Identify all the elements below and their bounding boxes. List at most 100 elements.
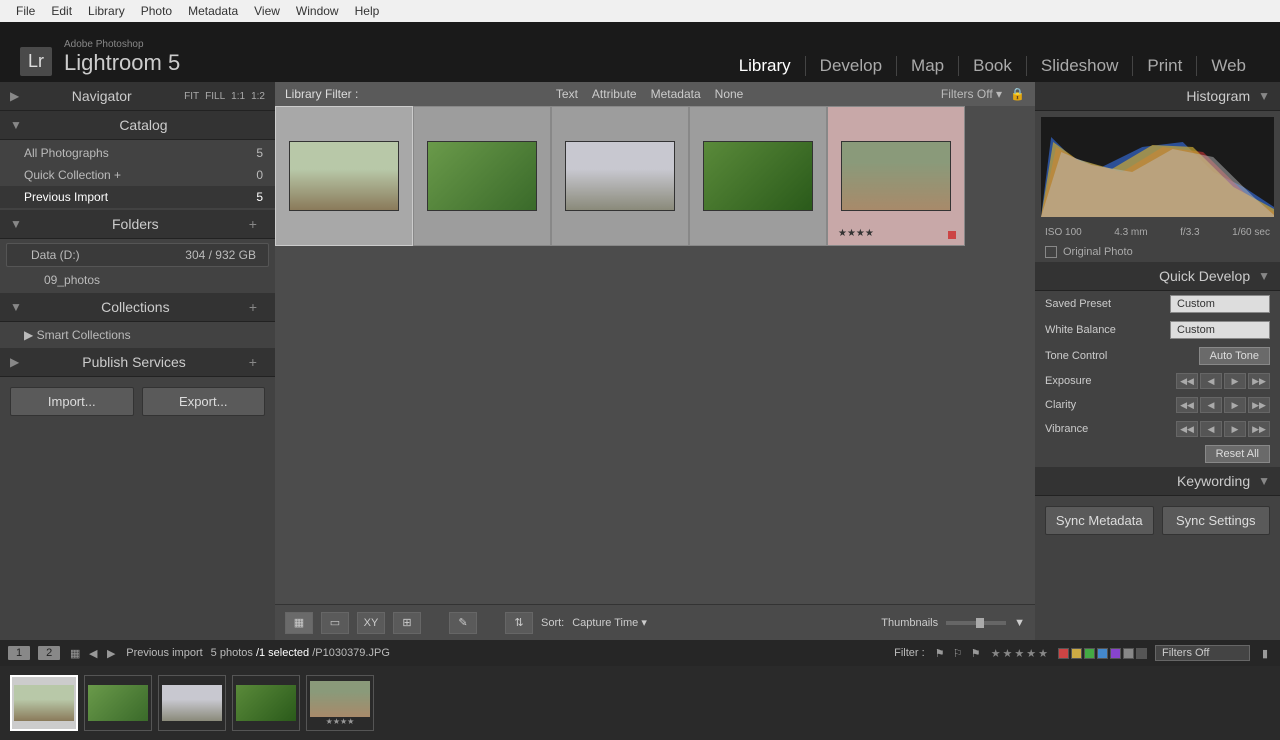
- original-photo-checkbox[interactable]: [1045, 246, 1057, 258]
- folder-row[interactable]: 09_photos: [0, 269, 275, 291]
- filmstrip-thumb[interactable]: [10, 675, 78, 731]
- add-folder-icon[interactable]: +: [249, 216, 265, 232]
- thumbnail-size-slider[interactable]: [946, 621, 1006, 625]
- sort-direction-icon[interactable]: ⇅: [505, 612, 533, 634]
- step-big-down[interactable]: ◀◀: [1176, 421, 1198, 437]
- zoom-fit[interactable]: FIT: [184, 91, 199, 102]
- quickdev-header[interactable]: Quick Develop ▼: [1035, 262, 1280, 291]
- sync-metadata-button[interactable]: Sync Metadata: [1045, 506, 1154, 535]
- survey-view-icon[interactable]: ⊞: [393, 612, 421, 634]
- step-down[interactable]: ◀: [1200, 373, 1222, 389]
- step-up[interactable]: ▶: [1224, 397, 1246, 413]
- loupe-view-icon[interactable]: ▭: [321, 612, 349, 634]
- filters-off-select[interactable]: Filters Off: [1155, 645, 1250, 661]
- histogram-header[interactable]: Histogram ▼: [1035, 82, 1280, 111]
- step-big-up[interactable]: ▶▶: [1248, 373, 1270, 389]
- module-web[interactable]: Web: [1197, 56, 1260, 76]
- filmstrip-thumb[interactable]: [84, 675, 152, 731]
- prev-icon[interactable]: ◀: [86, 646, 100, 660]
- catalog-item[interactable]: Previous Import5: [0, 186, 275, 208]
- saved-preset-select[interactable]: Custom: [1170, 295, 1270, 313]
- filter-tab-none[interactable]: None: [715, 87, 744, 101]
- step-up[interactable]: ▶: [1224, 373, 1246, 389]
- chevron-down-icon[interactable]: ▼: [1014, 617, 1025, 629]
- color-chip[interactable]: [1058, 648, 1069, 659]
- menu-help[interactable]: Help: [347, 4, 388, 18]
- grid-view-icon[interactable]: ▦: [285, 612, 313, 634]
- grid-icon[interactable]: ▦: [68, 646, 82, 660]
- color-chip[interactable]: [1110, 648, 1121, 659]
- star-filter[interactable]: ★★★★★: [991, 647, 1050, 660]
- next-icon[interactable]: ▶: [104, 646, 118, 660]
- step-up[interactable]: ▶: [1224, 421, 1246, 437]
- folders-header[interactable]: ▼ Folders +: [0, 210, 275, 239]
- module-print[interactable]: Print: [1133, 56, 1197, 76]
- step-big-up[interactable]: ▶▶: [1248, 397, 1270, 413]
- module-slideshow[interactable]: Slideshow: [1027, 56, 1134, 76]
- filmstrip-thumb[interactable]: [158, 675, 226, 731]
- lock-icon[interactable]: 🔒: [1010, 87, 1025, 101]
- keywording-header[interactable]: Keywording ▼: [1035, 467, 1280, 496]
- catalog-item[interactable]: Quick Collection +0: [0, 164, 275, 186]
- menu-view[interactable]: View: [246, 4, 288, 18]
- collection-row[interactable]: ▶ Smart Collections: [0, 324, 275, 346]
- navigator-header[interactable]: ▶ Navigator FITFILL1:11:2: [0, 82, 275, 111]
- catalog-header[interactable]: ▼ Catalog: [0, 111, 275, 140]
- menu-window[interactable]: Window: [288, 4, 347, 18]
- step-big-down[interactable]: ◀◀: [1176, 397, 1198, 413]
- flag-rejected-icon[interactable]: ⚑: [969, 646, 983, 660]
- menu-metadata[interactable]: Metadata: [180, 4, 246, 18]
- color-chip[interactable]: [1097, 648, 1108, 659]
- thumbnail-cell[interactable]: [551, 106, 689, 246]
- module-library[interactable]: Library: [725, 56, 806, 76]
- filters-off-dropdown[interactable]: Filters Off ▾: [941, 87, 1002, 101]
- color-chip[interactable]: [1123, 648, 1134, 659]
- menu-edit[interactable]: Edit: [43, 4, 80, 18]
- filter-tab-attribute[interactable]: Attribute: [592, 87, 637, 101]
- catalog-item[interactable]: All Photographs5: [0, 142, 275, 164]
- filter-tab-metadata[interactable]: Metadata: [651, 87, 701, 101]
- panel-toggle-icon[interactable]: ▮: [1258, 646, 1272, 660]
- import-button[interactable]: Import...: [10, 387, 134, 416]
- thumbnail-cell[interactable]: ★★★★: [827, 106, 965, 246]
- flag-picked-icon[interactable]: ⚑: [933, 646, 947, 660]
- color-chip[interactable]: [1071, 648, 1082, 659]
- module-develop[interactable]: Develop: [806, 56, 897, 76]
- zoom-1:1[interactable]: 1:1: [231, 91, 245, 102]
- module-book[interactable]: Book: [959, 56, 1027, 76]
- painter-icon[interactable]: ✎: [449, 612, 477, 634]
- step-down[interactable]: ◀: [1200, 421, 1222, 437]
- add-collection-icon[interactable]: +: [249, 299, 265, 315]
- page-tab-1[interactable]: 1: [8, 646, 30, 660]
- zoom-1:2[interactable]: 1:2: [251, 91, 265, 102]
- thumbnail-cell[interactable]: [413, 106, 551, 246]
- module-map[interactable]: Map: [897, 56, 959, 76]
- auto-tone-button[interactable]: Auto Tone: [1199, 347, 1270, 365]
- menu-photo[interactable]: Photo: [133, 4, 180, 18]
- white-balance-select[interactable]: Custom: [1170, 321, 1270, 339]
- add-publish-icon[interactable]: +: [249, 354, 265, 370]
- step-big-down[interactable]: ◀◀: [1176, 373, 1198, 389]
- flag-unflagged-icon[interactable]: ⚐: [951, 646, 965, 660]
- menu-file[interactable]: File: [8, 4, 43, 18]
- color-chip[interactable]: [1136, 648, 1147, 659]
- page-tab-2[interactable]: 2: [38, 646, 60, 660]
- thumbnail-cell[interactable]: [275, 106, 413, 246]
- publish-header[interactable]: ▶ Publish Services +: [0, 348, 275, 377]
- filter-tab-text[interactable]: Text: [556, 87, 578, 101]
- collections-header[interactable]: ▼ Collections +: [0, 293, 275, 322]
- filmstrip-thumb[interactable]: ★★★★: [306, 675, 374, 731]
- menu-library[interactable]: Library: [80, 4, 133, 18]
- export-button[interactable]: Export...: [142, 387, 266, 416]
- sync-settings-button[interactable]: Sync Settings: [1162, 506, 1271, 535]
- color-label-filter[interactable]: [1058, 648, 1147, 659]
- compare-view-icon[interactable]: XY: [357, 612, 385, 634]
- reset-all-button[interactable]: Reset All: [1205, 445, 1270, 463]
- step-big-up[interactable]: ▶▶: [1248, 421, 1270, 437]
- zoom-fill[interactable]: FILL: [205, 91, 225, 102]
- thumbnail-cell[interactable]: [689, 106, 827, 246]
- sort-value[interactable]: Capture Time ▾: [572, 616, 647, 629]
- step-down[interactable]: ◀: [1200, 397, 1222, 413]
- navigator-zoom-opts[interactable]: FIT FILL 1:1 1:2: [184, 91, 265, 102]
- drive-row[interactable]: Data (D:) 304 / 932 GB: [6, 243, 269, 267]
